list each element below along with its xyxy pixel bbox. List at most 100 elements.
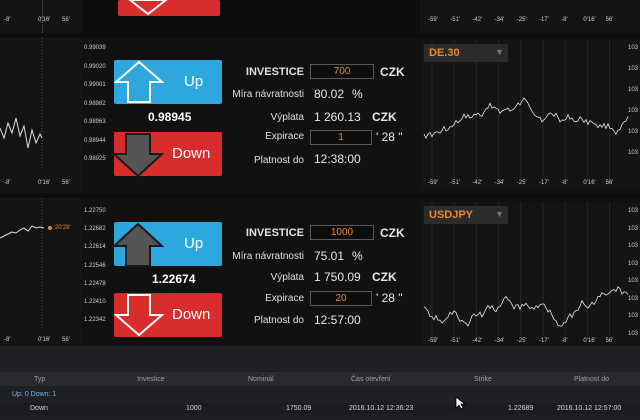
time-axis-label: -34': [494, 338, 505, 344]
panel-2-expirace-input[interactable]: 20: [310, 291, 372, 306]
price-tick-label: 103: [628, 66, 639, 72]
column-header[interactable]: Platnost do: [574, 376, 609, 383]
vyplata-label: Výplata: [270, 112, 304, 123]
instrument-name: USDJPY: [429, 209, 474, 221]
instrument-selector[interactable]: DE.30 ▼: [424, 44, 508, 62]
price-tick-label: 1.22342: [84, 317, 106, 324]
price-tick-label: 0.98963: [84, 119, 106, 125]
price-tick-label: 103: [628, 260, 639, 267]
expirace-seconds: ' 28 ": [376, 291, 403, 305]
time-axis-label: 0'16': [583, 17, 596, 23]
cell-platnost: 2016.10.12 12:57:00: [557, 405, 622, 412]
time-axis-label: -17': [539, 17, 549, 23]
time-axis-label: -34': [494, 180, 505, 186]
panel-1-expirace-input[interactable]: 1: [310, 130, 372, 145]
cell-nominal: 1750.09: [286, 405, 312, 412]
price-tick-label: 103: [628, 208, 639, 214]
arrow-down-icon: [128, 0, 168, 16]
panel-2-bottom-axis: 0'16': [38, 337, 51, 343]
price-tick-label: 0.98925: [84, 156, 106, 162]
panel-2-investice-input[interactable]: 1000: [310, 225, 374, 240]
time-axis-label: -8': [561, 338, 568, 344]
price-tick-label: 103: [628, 295, 639, 302]
price-tick-label: 0.98982: [84, 100, 106, 107]
down-label: Down: [172, 306, 211, 323]
panel-2-up-button[interactable]: Up: [112, 222, 222, 267]
cell-typ: Down: [30, 405, 48, 412]
price-tick-label: 1.22682: [84, 226, 106, 233]
arrow-up-icon: [112, 222, 164, 267]
time-axis-label: -59': [428, 338, 438, 344]
time-axis-label: -51': [450, 180, 461, 186]
price-tick-label: 0.99039: [84, 45, 106, 51]
panel-2-bottom-axis: -8': [4, 337, 11, 343]
expirace-label: Expirace: [265, 131, 304, 142]
cell-investice: 1000: [186, 405, 202, 412]
position-summary: Up: 0 Down: 1: [12, 391, 57, 398]
panel-1-mini-chart: [0, 38, 82, 193]
panel-1-mini-line: [0, 38, 43, 168]
mira-label: Míra návratnosti: [232, 89, 304, 100]
price-tick-label: 103: [628, 313, 639, 319]
investice-label: INVESTICE: [245, 66, 304, 78]
time-axis-label: -59': [428, 180, 438, 186]
expirace-label: Expirace: [265, 293, 304, 304]
vyplata-currency: CZK: [372, 270, 397, 284]
table-header-bar: [0, 372, 640, 386]
price-tick-label: 1.22546: [84, 262, 106, 269]
de30-price-line: [423, 40, 629, 180]
vyplata-label: Výplata: [270, 272, 304, 283]
time-axis-label: -42': [472, 180, 483, 186]
price-tick-label: 1.22750: [84, 208, 106, 214]
price-tick-label: 103: [628, 243, 639, 249]
panel-2-vyplata-value: 1 750.09: [314, 270, 361, 284]
price-tick-label: 0.98944: [84, 137, 106, 144]
panel-1-down-button[interactable]: Down: [112, 132, 222, 178]
cell-strike: 1.22689: [508, 405, 534, 412]
price-tick-label: 103: [628, 87, 639, 93]
currency-label: CZK: [380, 65, 405, 79]
time-axis-label: 56': [605, 17, 614, 23]
investice-label: INVESTICE: [245, 227, 304, 239]
currency-label: CZK: [380, 226, 405, 240]
percent-sign: %: [352, 249, 363, 263]
panel-1-current-price: 0.98945: [148, 110, 192, 124]
column-header[interactable]: Čas otevření: [351, 376, 391, 383]
panel-1-right-chart: [422, 40, 640, 190]
time-axis-label: -42': [472, 338, 483, 344]
column-header[interactable]: Strike: [474, 376, 492, 383]
arrow-down-icon: [112, 133, 164, 178]
panel-1-bottom-axis: -8': [4, 180, 11, 186]
panel-2-down-button[interactable]: Down: [114, 293, 222, 337]
time-axis-label: -34': [494, 17, 505, 23]
time-axis-label: -17': [539, 338, 549, 344]
time-axis-label: -25': [516, 180, 527, 186]
time-axis-label: -8': [561, 17, 568, 23]
up-label: Up: [184, 235, 204, 252]
time-axis-label: -8': [561, 180, 568, 186]
panel-2-mini-line: [0, 198, 52, 328]
panel-1-investice-input[interactable]: 700: [310, 64, 374, 79]
top-down-button-partial[interactable]: [118, 0, 220, 16]
table-row[interactable]: Down 1000 1750.09 2016.10.12 12:36:23 1.…: [0, 403, 640, 415]
expirace-seconds: ' 28 ": [376, 130, 403, 144]
column-header[interactable]: Typ: [34, 376, 45, 383]
panel-2-current-price: 1.22674: [152, 272, 196, 286]
mouse-cursor-icon: [455, 396, 465, 410]
time-axis-label: -59': [428, 17, 438, 23]
instrument-selector[interactable]: USDJPY ▼: [424, 206, 508, 224]
panel-2-platnost-value: 12:57:00: [314, 313, 361, 327]
panel-1-vyplata-value: 1 260.13: [314, 110, 361, 124]
price-tick-label: 0.99020: [84, 63, 106, 70]
panel-1-up-button[interactable]: Up: [114, 60, 222, 104]
vyplata-currency: CZK: [372, 110, 397, 124]
column-header[interactable]: Nominál: [248, 376, 274, 383]
chevron-down-icon: ▼: [495, 209, 504, 219]
up-label: Up: [184, 73, 204, 90]
panel-2-bottom-axis: 56': [62, 337, 70, 343]
price-tick-label: 103: [628, 330, 639, 337]
time-axis-label: 0'16': [583, 180, 596, 186]
panel-2-mini-chart: [0, 198, 82, 346]
column-header[interactable]: Investice: [137, 376, 165, 383]
arrow-up-icon: [114, 60, 164, 103]
